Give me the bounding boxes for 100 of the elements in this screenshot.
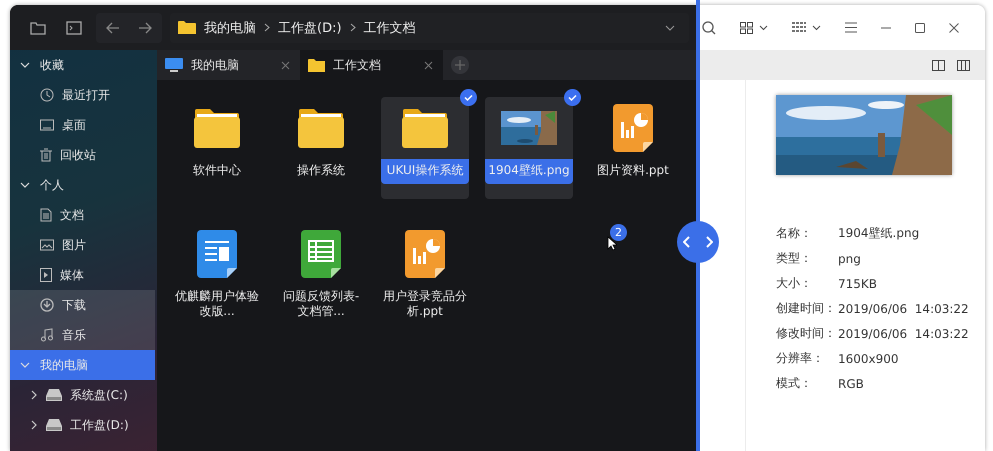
- menu-icon[interactable]: [845, 22, 857, 33]
- play-icon: [40, 268, 52, 282]
- computer-icon: [165, 58, 183, 72]
- sidebar-group[interactable]: 个人: [10, 170, 155, 200]
- property-label: 模式：: [776, 375, 813, 392]
- breadcrumb[interactable]: 我的电脑: [204, 18, 256, 36]
- folder-icon: [193, 108, 241, 148]
- property-value: png: [838, 252, 861, 266]
- trash-icon: [40, 148, 52, 162]
- sidebar-group[interactable]: 收藏: [10, 50, 155, 80]
- file-item[interactable]: 优麒麟用户体验改版...: [173, 223, 261, 325]
- cursor-icon: [607, 236, 617, 251]
- file-item[interactable]: 问题反馈列表-文档管...: [277, 223, 365, 325]
- clock-icon: [40, 88, 54, 102]
- music-note-icon: [40, 328, 54, 342]
- minimize-icon[interactable]: [881, 26, 891, 28]
- file-item[interactable]: 操作系统: [277, 97, 365, 199]
- folder-icon: [178, 20, 196, 35]
- sidebar-item[interactable]: 系统盘(C:): [10, 380, 155, 410]
- check-icon: [460, 89, 477, 106]
- property-label: 分辨率：: [776, 350, 825, 367]
- file-item[interactable]: 软件中心: [173, 97, 261, 199]
- file-item[interactable]: 用户登录竞品分析.ppt: [381, 223, 469, 325]
- download-icon: [40, 298, 54, 312]
- caret-icon: [812, 24, 821, 30]
- chevron-right-icon: [264, 23, 270, 32]
- maximize-icon[interactable]: [915, 22, 925, 32]
- property-value: 715KB: [838, 276, 878, 290]
- breadcrumb[interactable]: 工作文档: [364, 18, 416, 36]
- property-value: 1904壁纸.png: [838, 225, 920, 242]
- folder-icon: [401, 108, 449, 148]
- sidebar-item[interactable]: 下载: [10, 290, 155, 320]
- chevron-icon: [20, 180, 30, 190]
- chart-file-icon: [405, 230, 445, 278]
- panel-icon[interactable]: [957, 60, 970, 70]
- chevron-right-icon: [706, 236, 713, 248]
- check-icon: [564, 89, 581, 106]
- chevron-left-icon: [683, 236, 690, 248]
- property-value: RGB: [838, 376, 864, 390]
- property-value: 2019/06/06 14:03:22: [838, 302, 969, 316]
- sidebar-item[interactable]: 最近打开: [10, 80, 155, 110]
- forward-icon[interactable]: [138, 22, 152, 34]
- file-name: 优麒麟用户体验改版...: [174, 288, 260, 320]
- list-icon: [792, 22, 806, 34]
- file-name: 软件中心: [192, 162, 242, 179]
- file-name: UKUI操作系统: [381, 159, 469, 184]
- folder-icon: [297, 108, 345, 148]
- file-name: 1904壁纸.png: [485, 159, 573, 184]
- document-icon: [40, 208, 52, 222]
- tab[interactable]: 工作文档: [300, 50, 443, 80]
- terminal-icon[interactable]: [66, 20, 82, 34]
- chevron-icon: [20, 60, 30, 70]
- close-icon[interactable]: [949, 22, 959, 32]
- sort-button[interactable]: [792, 22, 821, 34]
- file-name: 操作系统: [296, 162, 346, 179]
- sidebar-item[interactable]: 图片: [10, 230, 155, 260]
- property-label: 类型：: [776, 250, 813, 267]
- back-icon[interactable]: [106, 22, 120, 34]
- chart-file-icon: [613, 104, 653, 152]
- close-icon[interactable]: [281, 60, 290, 70]
- sidebar-item[interactable]: 桌面: [10, 110, 155, 140]
- file-item[interactable]: 1904壁纸.png: [485, 97, 573, 199]
- property-value: 2019/06/06 14:03:22: [838, 326, 969, 340]
- file-name: 图片资料.ppt: [596, 162, 670, 179]
- chevron-icon: [30, 420, 38, 430]
- image-icon: [40, 239, 54, 251]
- sidebar-item[interactable]: 文档: [10, 200, 155, 230]
- monitor-icon: [40, 119, 54, 131]
- plus-icon: [455, 60, 465, 70]
- close-icon[interactable]: [424, 60, 433, 70]
- breadcrumb[interactable]: 工作盘(D:): [278, 18, 342, 36]
- chevron-right-icon: [350, 23, 356, 32]
- property-label: 创建时间：: [776, 300, 837, 317]
- file-name: 用户登录竞品分析.ppt: [382, 288, 468, 320]
- property-value: 1600x900: [838, 352, 899, 366]
- property-label: 大小：: [776, 275, 813, 292]
- file-name: 问题反馈列表-文档管...: [282, 288, 360, 320]
- folder-icon[interactable]: [30, 20, 46, 34]
- property-label: 修改时间：: [776, 325, 837, 342]
- sidebar-item[interactable]: 音乐: [10, 320, 155, 350]
- icon-view-button[interactable]: [740, 22, 768, 34]
- sidebar-group[interactable]: 我的电脑: [10, 350, 155, 380]
- file-item[interactable]: UKUI操作系统: [381, 97, 469, 199]
- folder-icon: [308, 58, 325, 72]
- search-icon[interactable]: [702, 20, 716, 34]
- new-tab-button[interactable]: [451, 56, 469, 74]
- chevron-icon: [20, 360, 30, 370]
- sidebar-item[interactable]: 工作盘(D:): [10, 410, 155, 440]
- drive-icon: [46, 419, 62, 431]
- sidebar-item[interactable]: 回收站: [10, 140, 155, 170]
- document-file-icon: [197, 230, 237, 278]
- drive-icon: [46, 389, 62, 401]
- spreadsheet-file-icon: [301, 230, 341, 278]
- sidebar-item[interactable]: 媒体: [10, 260, 155, 290]
- chevron-icon: [30, 390, 38, 400]
- property-label: 名称：: [776, 225, 813, 242]
- grid-icon: [740, 22, 753, 34]
- caret-icon[interactable]: [665, 24, 675, 30]
- columns-icon[interactable]: [932, 60, 945, 70]
- file-item[interactable]: 图片资料.ppt: [589, 97, 677, 199]
